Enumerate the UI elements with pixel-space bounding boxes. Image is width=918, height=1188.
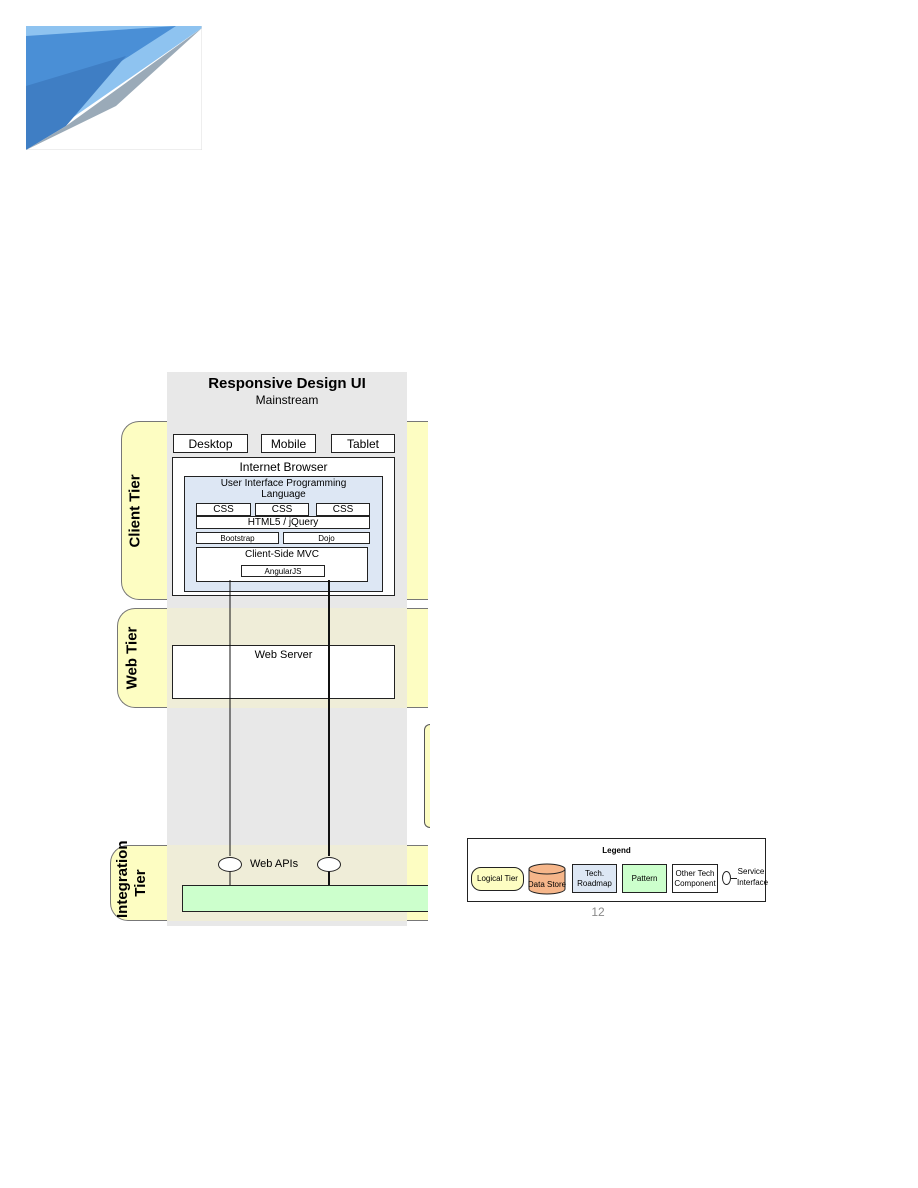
css-box-2: CSS (255, 503, 309, 516)
corner-ribbon-logo (26, 26, 202, 150)
internet-browser-label: Internet Browser (239, 460, 328, 474)
legend-pattern: Pattern (622, 864, 667, 893)
device-tablet: Tablet (331, 434, 395, 453)
device-mobile: Mobile (261, 434, 316, 453)
diagram-title: Responsive Design UI (208, 375, 366, 392)
page-number: 12 (591, 905, 605, 919)
diagram-subtitle: Mainstream (255, 393, 319, 407)
legend-logical-tier: Logical Tier (471, 867, 524, 891)
web-apis-label: Web APIs (250, 858, 299, 870)
legend-data-store-icon (528, 863, 566, 895)
service-interface-left-icon (218, 857, 242, 872)
legend-data-store: Data Store (527, 880, 567, 889)
integration-tier-label: Integration Tier (114, 840, 149, 919)
legend-title: Legend (602, 846, 631, 855)
css-box-1: CSS (196, 503, 251, 516)
bootstrap-box: Bootstrap (196, 532, 279, 544)
integration-pattern-box (182, 885, 428, 912)
legend-tech-roadmap: Tech. Roadmap (572, 864, 617, 893)
dojo-box: Dojo (283, 532, 370, 544)
client-mvc-label: Client-Side MVC (245, 549, 319, 560)
legend-service-interface: Service Interface (737, 867, 769, 887)
legend-other-tech-component: Other Tech Component (672, 864, 718, 893)
side-bracket (424, 724, 430, 828)
legend-service-interface-icon (722, 871, 731, 885)
web-tier-label: Web Tier (123, 626, 140, 690)
device-desktop: Desktop (173, 434, 248, 453)
connector-lines (229, 580, 330, 886)
css-box-3: CSS (316, 503, 370, 516)
ui-language-label: User Interface Programming Language (220, 478, 347, 500)
service-interface-right-icon (317, 857, 341, 872)
angularjs-box: AngularJS (241, 565, 325, 577)
html5-jquery-box: HTML5 / jQuery (196, 516, 370, 529)
client-tier-label: Client Tier (127, 473, 145, 548)
